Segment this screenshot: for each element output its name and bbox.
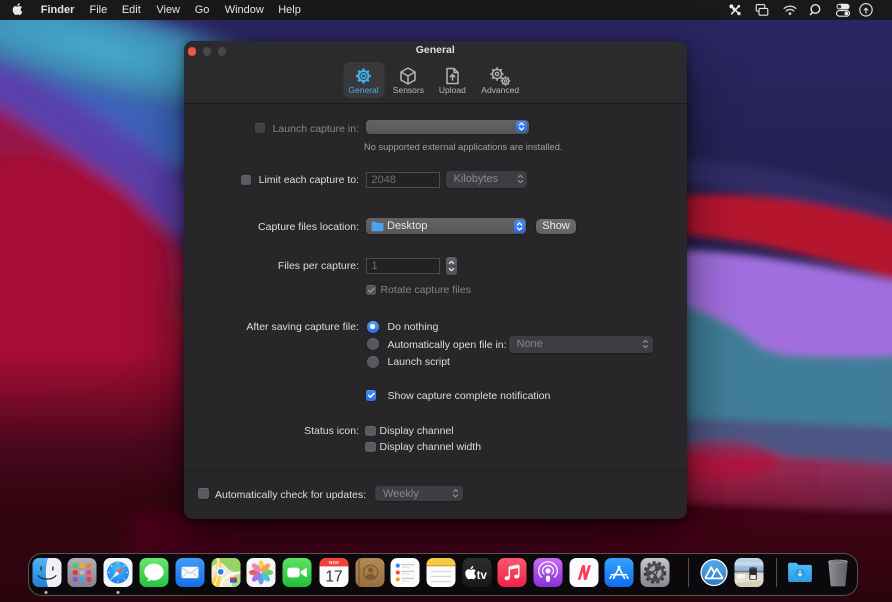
- svg-text:17: 17: [325, 568, 342, 585]
- svg-text:NOV: NOV: [329, 560, 340, 565]
- svg-text:tv: tv: [476, 570, 487, 582]
